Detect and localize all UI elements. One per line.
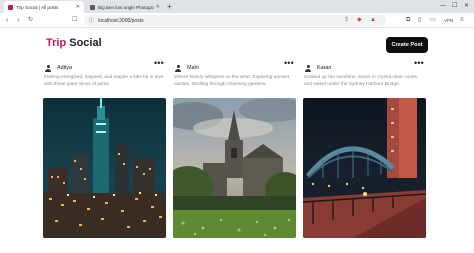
post-caption: Where history whispers on the wind. Expl… — [174, 75, 290, 87]
user-icon — [305, 65, 311, 72]
maximize-icon[interactable]: ☐ — [452, 1, 457, 12]
address-bar-input[interactable]: ⓘ localhost:3000/posts — [84, 15, 386, 26]
bookmark-icon[interactable]: ☐ — [72, 14, 77, 27]
post-header: Karan ••• — [303, 59, 426, 74]
url-text: localhost:3000/posts — [98, 17, 144, 24]
post-card: Mahi ••• Where history whispers on the w… — [173, 59, 296, 238]
close-tab-icon[interactable]: ✕ — [156, 4, 160, 10]
user-icon — [175, 65, 181, 72]
post-author[interactable]: Aditya — [57, 65, 72, 72]
more-options-icon[interactable]: ••• — [414, 59, 424, 68]
tab-title: Trip Social | All posts — [16, 4, 59, 10]
browser-tab-bar: Trip Social | All posts ✕ Big Ben low an… — [0, 0, 474, 13]
close-tab-icon[interactable]: ✕ — [76, 4, 80, 10]
site-info-icon[interactable]: ⓘ — [89, 17, 94, 24]
back-arrow-icon[interactable]: ‹ — [6, 14, 8, 27]
site-favicon-icon — [90, 4, 95, 10]
post-header: Mahi ••• — [173, 59, 296, 74]
wallet-icon[interactable]: ▭ — [430, 14, 436, 27]
tab-trip-social[interactable]: Trip Social | All posts ✕ — [4, 1, 84, 13]
user-icon — [45, 65, 51, 72]
extensions-icon[interactable]: ⧉ — [406, 14, 410, 27]
site-logo[interactable]: Trip Social — [46, 37, 102, 49]
more-options-icon[interactable]: ••• — [154, 59, 164, 68]
sidebar-icon[interactable]: ▯ — [418, 14, 421, 27]
tab-big-ben[interactable]: Big Ben low angle Photography ✕ — [86, 1, 164, 13]
post-author[interactable]: Karan — [317, 65, 331, 72]
post-image-city-skyline[interactable] — [43, 98, 166, 238]
reload-icon[interactable]: ↻ — [28, 14, 33, 27]
tab-title: Big Ben low angle Photography — [98, 4, 154, 10]
post-card: Aditya ••• Feeling energized, inspired, … — [43, 59, 166, 238]
post-author[interactable]: Mahi — [187, 65, 199, 72]
shield-icon[interactable]: ◆ — [357, 14, 362, 27]
post-image-harbour-bridge[interactable] — [303, 98, 426, 238]
post-caption: Feeling energized, inspired, and maybe a… — [44, 75, 164, 87]
post-image-church-garden[interactable] — [173, 98, 296, 238]
logo-social: Social — [69, 37, 102, 49]
rewards-icon[interactable]: ▲ — [370, 14, 376, 27]
share-icon[interactable]: ⇪ — [344, 14, 349, 27]
logo-trip: Trip — [46, 37, 67, 49]
close-window-icon[interactable]: ✕ — [464, 1, 469, 12]
more-options-icon[interactable]: ••• — [284, 59, 294, 68]
post-caption: Soaked up the sunshine, swam in crystal-… — [304, 75, 419, 87]
vpn-button[interactable]: VPN — [444, 16, 453, 25]
site-favicon-icon — [8, 4, 13, 10]
post-card: Karan ••• Soaked up the sunshine, swam i… — [303, 59, 426, 238]
menu-icon[interactable]: ≡ — [460, 14, 464, 27]
new-tab-plus-icon[interactable]: + — [167, 1, 172, 12]
browser-toolbar: ‹ › ↻ ☐ ⓘ localhost:3000/posts ⇪ ◆ ▲ ⧉ ▯… — [0, 13, 474, 28]
post-header: Aditya ••• — [43, 59, 166, 74]
create-post-button[interactable]: Create Post — [386, 37, 428, 53]
minimize-icon[interactable]: — — [440, 1, 446, 12]
forward-arrow-icon[interactable]: › — [17, 14, 19, 27]
